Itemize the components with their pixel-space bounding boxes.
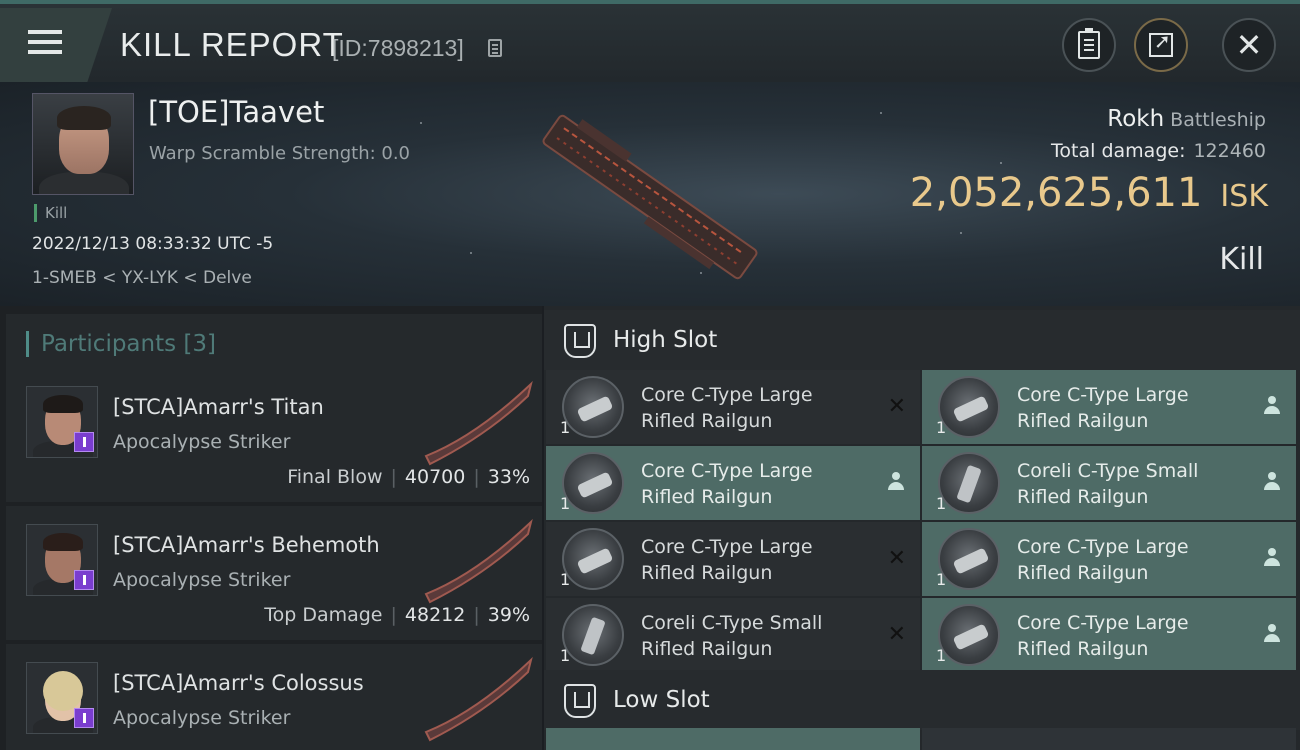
kill-datetime: 2022/12/13 08:33:32 UTC -5 (32, 234, 274, 254)
participant-row[interactable]: [STCA]Amarr's Behemoth Apocalypse Strike… (6, 506, 542, 640)
pilot-icon (1264, 472, 1280, 492)
participant-name[interactable]: [STCA]Amarr's Behemoth (113, 533, 380, 557)
module-name: Coreli C-Type Small Rifled Railgun (1017, 460, 1199, 508)
menu-icon (28, 30, 62, 34)
victim-ship-image (542, 114, 758, 280)
participant-ship-image (424, 518, 533, 604)
kill-result: Kill (1219, 242, 1264, 277)
pilot-icon (1264, 548, 1280, 568)
header-bar: KILL REPORT [ID:7898213] ✕ (0, 0, 1300, 82)
participant-ship-image (424, 656, 533, 742)
clipboard-button[interactable] (1062, 18, 1116, 72)
victim-banner: [TOE]Taavet Warp Scramble Strength: 0.0 … (0, 82, 1300, 306)
close-icon: ✕ (1235, 26, 1263, 64)
module-item[interactable]: 1 Core C-Type Large Rifled Railgun (922, 598, 1296, 672)
pilot-icon (888, 472, 904, 492)
module-item[interactable] (922, 728, 1296, 750)
module-item[interactable]: 1 Core C-Type Large Rifled Railgun ✕ (546, 370, 920, 444)
high-slot-icon (564, 324, 596, 358)
participants-header: Participants [3] (6, 314, 542, 371)
turret-icon (562, 604, 624, 666)
destroyed-icon: ✕ (887, 622, 906, 647)
railgun-icon (562, 528, 624, 590)
isk-value: 2,052,625,611 ISK (909, 170, 1268, 216)
participant-stats: Final Blow | 40700 | 33% (287, 466, 530, 488)
clipboard-icon (1078, 28, 1100, 59)
close-button[interactable]: ✕ (1222, 18, 1276, 72)
module-item[interactable]: 1 Core C-Type Large Rifled Railgun (546, 446, 920, 520)
module-item[interactable]: 1 Core C-Type Large Rifled Railgun (922, 522, 1296, 596)
total-damage: Total damage: 122460 (1051, 140, 1266, 162)
module-name: Core C-Type Large Rifled Railgun (1017, 536, 1189, 584)
high-slot-title: High Slot (613, 327, 718, 353)
participants-panel: Participants [3] [STCA]Amarr's Titan Apo… (0, 306, 542, 750)
report-id: [ID:7898213] (332, 35, 464, 61)
pilot-icon (1264, 624, 1280, 644)
participant-name[interactable]: [STCA]Amarr's Titan (113, 395, 324, 419)
low-slot-title: Low Slot (613, 687, 710, 713)
role-badge-icon (74, 570, 94, 590)
participant-name[interactable]: [STCA]Amarr's Colossus (113, 671, 364, 695)
role-badge-icon (74, 432, 94, 452)
module-name: Core C-Type Large Rifled Railgun (641, 536, 813, 584)
module-name: Core C-Type Large Rifled Railgun (1017, 384, 1189, 432)
low-slot-header: Low Slot (544, 670, 1300, 730)
railgun-icon (938, 528, 1000, 590)
copy-icon[interactable] (488, 39, 502, 57)
destroyed-icon: ✕ (887, 546, 906, 571)
role-badge-icon (74, 708, 94, 728)
victim-ship-info: Rokh Battleship (1107, 106, 1266, 132)
ship-class: Battleship (1170, 109, 1266, 131)
warp-scramble-strength: Warp Scramble Strength: 0.0 (149, 143, 411, 164)
module-item[interactable]: 1 Coreli C-Type Small Rifled Railgun ✕ (546, 598, 920, 672)
turret-icon (938, 452, 1000, 514)
destroyed-icon: ✕ (887, 394, 906, 419)
kill-location: 1-SMEB < YX-LYK < Delve (32, 268, 252, 288)
share-button[interactable] (1134, 18, 1188, 72)
railgun-icon (938, 604, 1000, 666)
participant-ship: Apocalypse Striker (113, 431, 291, 453)
module-item[interactable]: 1 Core C-Type Large Rifled Railgun (922, 370, 1296, 444)
module-item[interactable]: 1 Core C-Type Large Rifled Railgun ✕ (546, 522, 920, 596)
participant-ship: Apocalypse Striker (113, 569, 291, 591)
total-damage-value: 122460 (1193, 140, 1266, 162)
high-slot-header: High Slot (544, 310, 1300, 370)
kill-tag: Kill (34, 204, 67, 222)
railgun-icon (562, 376, 624, 438)
module-item[interactable] (546, 728, 920, 750)
share-icon (1149, 29, 1173, 57)
ship-name[interactable]: Rokh (1107, 106, 1164, 132)
victim-name[interactable]: [TOE]Taavet (148, 95, 324, 129)
module-item[interactable]: 1 Coreli C-Type Small Rifled Railgun (922, 446, 1296, 520)
module-name: Core C-Type Large Rifled Railgun (641, 460, 813, 508)
module-name: Core C-Type Large Rifled Railgun (1017, 612, 1189, 660)
module-name: Core C-Type Large Rifled Railgun (641, 384, 813, 432)
page-title: KILL REPORT (120, 26, 344, 63)
fitting-panel: High Slot 1 Core C-Type Large Rifled Rail… (544, 306, 1300, 750)
railgun-icon (562, 452, 624, 514)
participant-row[interactable]: [STCA]Amarr's Colossus Apocalypse Strike… (6, 644, 542, 750)
pilot-icon (1264, 396, 1280, 416)
participant-ship-image (424, 380, 533, 466)
participant-stats: Top Damage | 48212 | 39% (264, 604, 530, 626)
participant-row[interactable]: [STCA]Amarr's Titan Apocalypse Striker F… (6, 368, 542, 502)
railgun-icon (938, 376, 1000, 438)
participant-ship: Apocalypse Striker (113, 707, 291, 729)
menu-button[interactable] (0, 8, 112, 82)
low-slot-icon (564, 684, 596, 718)
module-name: Coreli C-Type Small Rifled Railgun (641, 612, 823, 660)
victim-avatar[interactable] (32, 93, 134, 195)
